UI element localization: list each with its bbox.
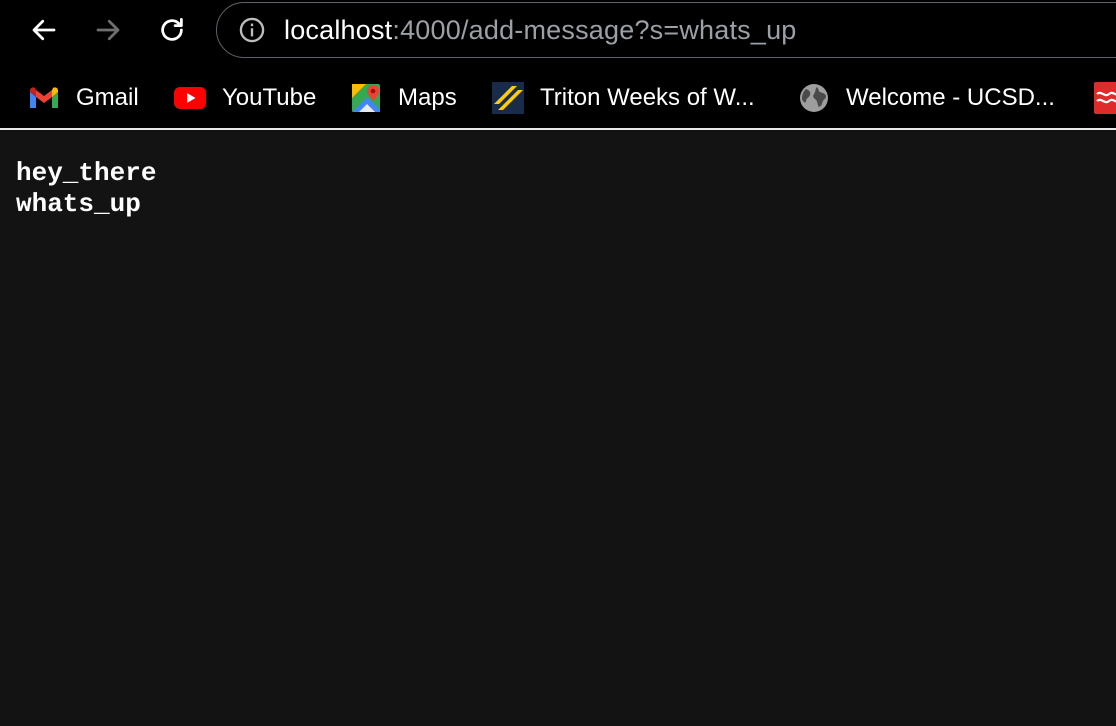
forward-button[interactable]	[88, 10, 128, 50]
bookmark-label: Maps	[398, 84, 457, 111]
globe-icon	[798, 82, 830, 114]
bookmark-ucsd-welcome[interactable]: Welcome - UCSD...	[798, 76, 1055, 120]
url-path: :4000/add-message?s=whats_up	[392, 14, 797, 45]
youtube-icon	[174, 82, 206, 114]
back-arrow-icon	[32, 19, 56, 41]
reload-button[interactable]	[152, 10, 192, 50]
url-text[interactable]: localhost:4000/add-message?s=whats_up	[284, 15, 797, 46]
forward-arrow-icon	[96, 19, 120, 41]
back-button[interactable]	[24, 10, 64, 50]
site-info-icon[interactable]	[238, 16, 266, 44]
triton-icon	[492, 82, 524, 114]
bookmark-icon	[1094, 82, 1116, 114]
bookmark-youtube[interactable]: YouTube	[174, 76, 316, 120]
bookmark-gmail[interactable]: Gmail	[28, 76, 139, 120]
reload-icon	[161, 18, 183, 41]
browser-toolbar: localhost:4000/add-message?s=whats_up Gm…	[0, 0, 1116, 130]
bookmarks-bar: Gmail YouTube Maps Triton Weeks of W... …	[0, 76, 1116, 120]
message-line: hey_there	[16, 158, 157, 188]
message-line: whats_up	[16, 189, 141, 219]
bookmark-label: Gmail	[76, 84, 139, 111]
bookmark-label: YouTube	[222, 84, 317, 111]
page-content: hey_there whats_up	[16, 158, 156, 220]
bookmark-label: Welcome - UCSD...	[846, 84, 1055, 111]
gmail-icon	[28, 82, 60, 114]
bookmark-label: Triton Weeks of W...	[540, 84, 755, 111]
url-host: localhost	[284, 14, 393, 45]
address-bar[interactable]: localhost:4000/add-message?s=whats_up	[216, 2, 1116, 58]
bookmark-partial[interactable]	[1094, 76, 1116, 120]
bookmark-triton[interactable]: Triton Weeks of W...	[492, 76, 755, 120]
maps-icon	[350, 82, 382, 114]
bookmark-maps[interactable]: Maps	[350, 76, 457, 120]
